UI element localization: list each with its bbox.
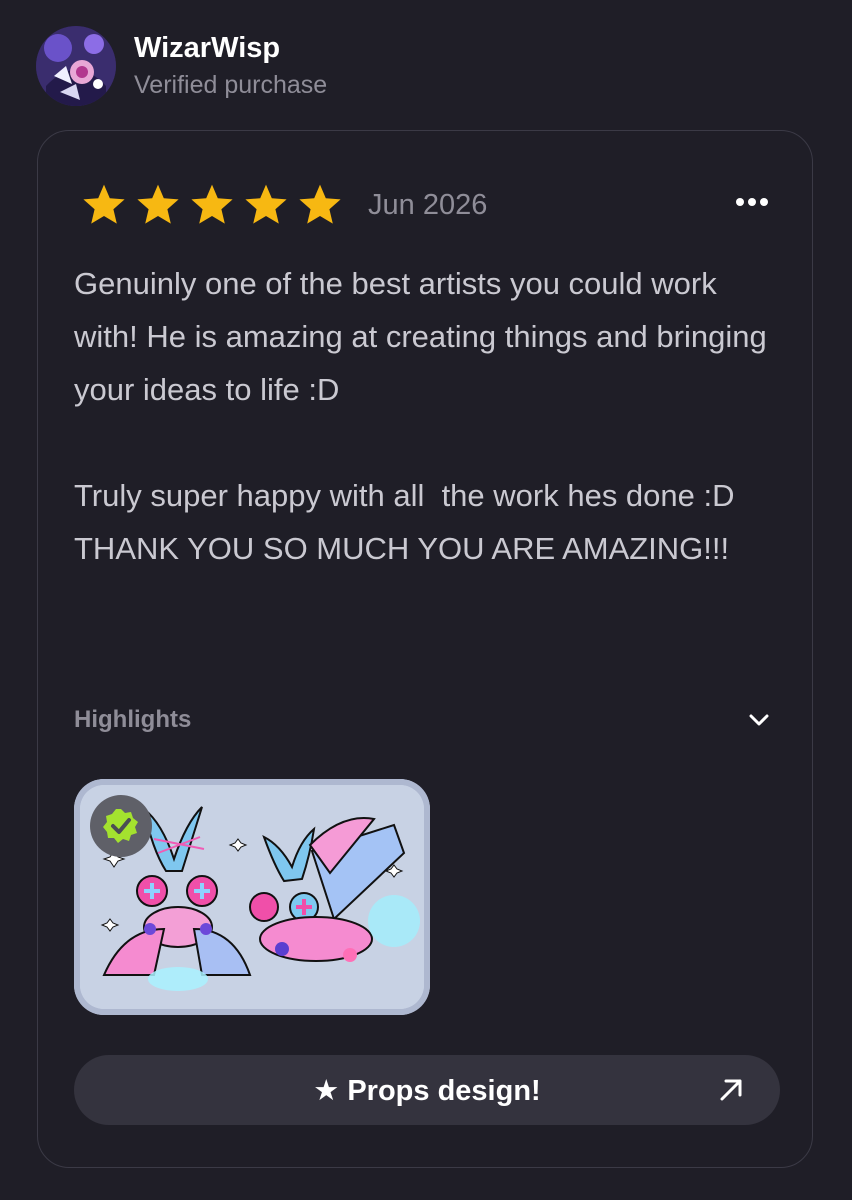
highlights-row[interactable]: Highlights bbox=[74, 705, 774, 735]
star-rating bbox=[78, 181, 346, 229]
review-card: Jun 2026 Genuinly one of the best artist… bbox=[37, 130, 813, 1168]
arrow-up-right-icon bbox=[720, 1079, 742, 1101]
reviewer-avatar[interactable] bbox=[36, 26, 116, 106]
review-body: Genuinly one of the best artists you cou… bbox=[74, 257, 774, 575]
chevron-down-icon bbox=[749, 714, 769, 726]
product-link-button[interactable]: ★ Props design! bbox=[74, 1055, 780, 1125]
star-icon bbox=[191, 184, 233, 224]
review-page: WizarWisp Verified purchase Jun 2026 Gen… bbox=[0, 0, 852, 1200]
highlights-toggle[interactable] bbox=[744, 705, 774, 735]
star-icon bbox=[83, 184, 125, 224]
star-icon bbox=[137, 184, 179, 224]
highlight-image[interactable] bbox=[74, 779, 430, 1015]
verified-purchase-label: Verified purchase bbox=[134, 71, 328, 99]
star-icon bbox=[245, 184, 287, 224]
rating-row: Jun 2026 bbox=[78, 181, 487, 229]
star-icon bbox=[299, 184, 341, 224]
more-dots-icon bbox=[736, 198, 768, 206]
review-date: Jun 2026 bbox=[368, 188, 488, 221]
reviewer-info: WizarWisp Verified purchase bbox=[134, 30, 327, 102]
reviewer-name[interactable]: WizarWisp bbox=[134, 30, 327, 66]
review-paragraph: Truly super happy with all the work hes … bbox=[74, 478, 735, 566]
highlights-label: Highlights bbox=[74, 706, 192, 733]
product-link-label: ★ Props design! bbox=[313, 1074, 541, 1107]
verified-highlight-badge bbox=[90, 795, 152, 857]
avatar-image bbox=[36, 26, 116, 106]
reviewer-header: WizarWisp Verified purchase bbox=[36, 26, 327, 106]
check-shield-icon bbox=[103, 809, 138, 843]
review-paragraph: Genuinly one of the best artists you cou… bbox=[74, 266, 776, 407]
more-options-button[interactable] bbox=[732, 187, 772, 217]
